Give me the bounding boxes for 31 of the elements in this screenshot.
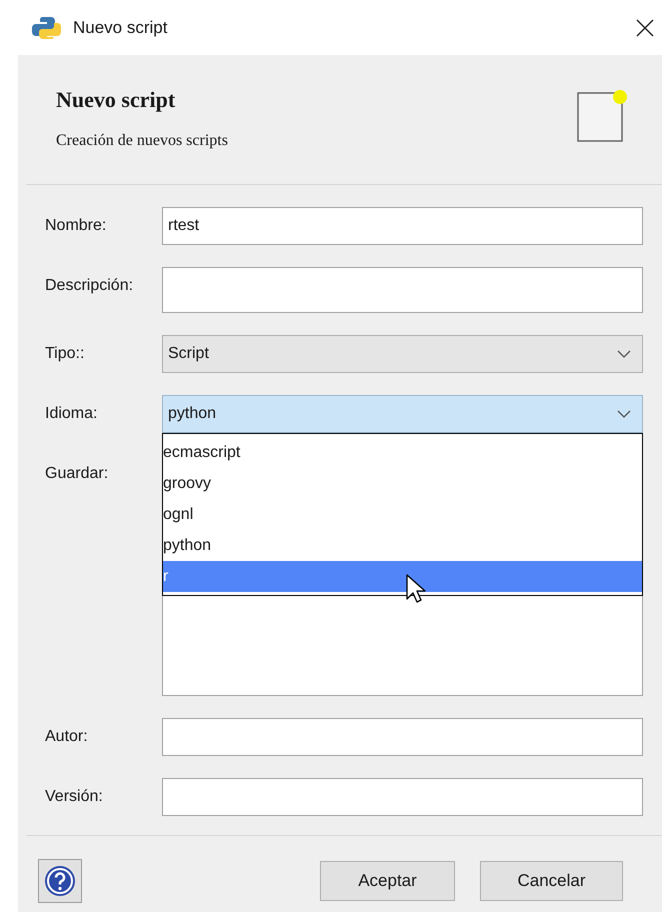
field-label: Guardar: <box>45 464 110 483</box>
field-label: Tipo:: <box>45 344 86 363</box>
dialog-heading: Nuevo script <box>56 86 176 114</box>
text-field[interactable] <box>162 718 643 756</box>
text-field[interactable]: rtest <box>162 207 643 245</box>
window-title: Nuevo script <box>73 16 168 39</box>
dropdown-value: python <box>168 404 216 424</box>
document-icon <box>576 87 628 145</box>
question-mark-icon <box>44 865 76 897</box>
description-field[interactable] <box>162 267 643 313</box>
dialog-button[interactable]: Aceptar <box>320 861 455 901</box>
chevron-down-icon <box>617 350 631 358</box>
text-field[interactable] <box>162 778 643 816</box>
field-label: Versión: <box>45 787 104 806</box>
dropdown-value: Script <box>168 344 209 364</box>
close-icon[interactable] <box>636 18 654 36</box>
dropdown-option[interactable]: ecmascript <box>163 437 642 468</box>
field-label: Descripción: <box>45 276 134 295</box>
help-button[interactable] <box>38 859 82 903</box>
field-label: Autor: <box>45 727 89 746</box>
snake-logo-icon <box>32 16 62 38</box>
field-label: Idioma: <box>45 404 98 423</box>
dropdown-option[interactable]: python <box>163 530 642 561</box>
field-label: Nombre: <box>45 216 108 235</box>
dropdown-option[interactable]: ognl <box>163 499 642 530</box>
dialog-subtitle: Creación de nuevos scripts <box>56 131 228 151</box>
dropdown-field[interactable]: Script <box>162 335 643 373</box>
chevron-down-icon <box>617 410 631 418</box>
dropdown-field[interactable]: python <box>162 395 643 433</box>
dialog-button[interactable]: Cancelar <box>480 861 623 901</box>
dropdown-option[interactable]: groovy <box>163 468 642 499</box>
